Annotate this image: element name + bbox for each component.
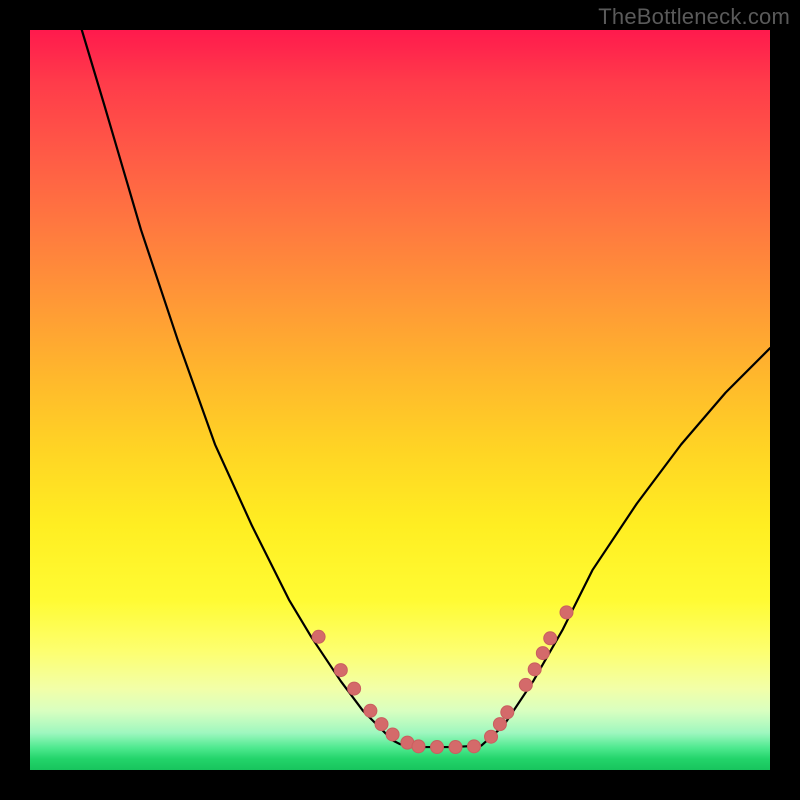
curve-marker xyxy=(493,718,506,731)
curve-marker xyxy=(334,664,347,677)
curve-marker xyxy=(386,728,399,741)
curve-marker xyxy=(364,704,377,717)
curve-marker xyxy=(536,647,549,660)
curve-marker xyxy=(560,606,573,619)
curve-marker xyxy=(544,632,557,645)
curve-marker xyxy=(312,630,325,643)
curve-marker xyxy=(519,678,532,691)
curve-marker xyxy=(528,663,541,676)
curve-marker xyxy=(501,706,514,719)
curve-marker xyxy=(375,718,388,731)
curve-layer xyxy=(30,30,770,770)
attribution-label: TheBottleneck.com xyxy=(598,4,790,30)
chart-stage: TheBottleneck.com xyxy=(0,0,800,800)
curve-marker xyxy=(348,682,361,695)
curve-marker xyxy=(485,730,498,743)
curve-marker xyxy=(431,741,444,754)
curve-marker xyxy=(449,741,462,754)
curve-marker xyxy=(412,740,425,753)
curve-marker xyxy=(468,740,481,753)
bottleneck-curve xyxy=(82,30,770,747)
